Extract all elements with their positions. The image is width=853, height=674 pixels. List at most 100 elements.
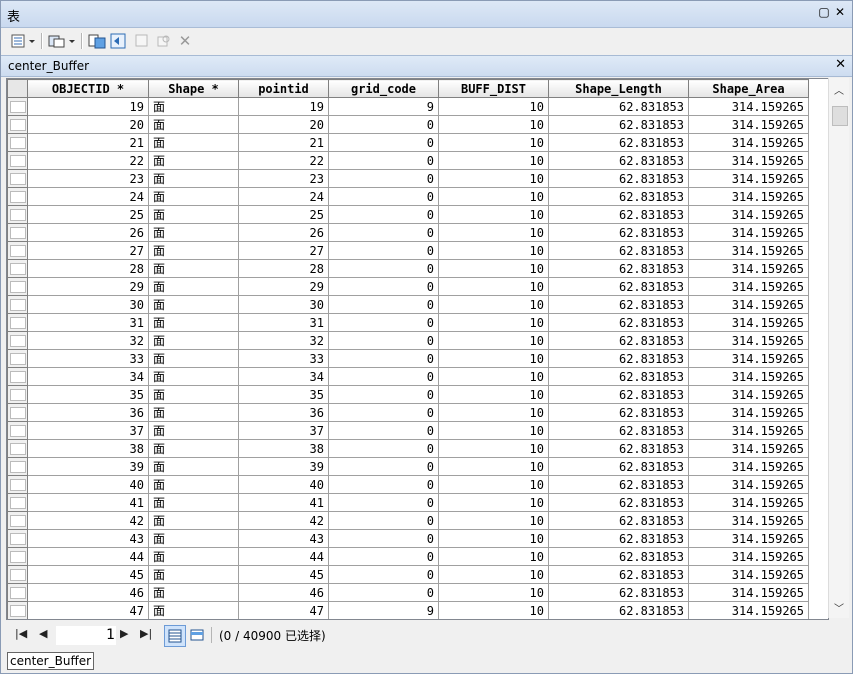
table-cell[interactable]: 42	[27, 511, 149, 530]
table-cell[interactable]: 20	[27, 115, 149, 134]
table-cell[interactable]: 314.159265	[688, 187, 809, 206]
table-cell[interactable]: 23	[27, 169, 149, 188]
table-cell[interactable]: 面	[148, 547, 239, 566]
table-cell[interactable]: 面	[148, 601, 239, 619]
table-cell[interactable]: 314.159265	[688, 367, 809, 386]
table-cell[interactable]: 29	[238, 277, 329, 296]
table-cell[interactable]: 314.159265	[688, 151, 809, 170]
table-row[interactable]: 44 面 44 0 10 62.831853 314.159265	[7, 547, 809, 566]
table-cell[interactable]: 28	[238, 259, 329, 278]
table-cell[interactable]: 62.831853	[548, 223, 689, 242]
table-cell[interactable]: 314.159265	[688, 385, 809, 404]
table-cell[interactable]: 314.159265	[688, 529, 809, 548]
table-cell[interactable]: 62.831853	[548, 493, 689, 512]
table-cell[interactable]: 10	[438, 547, 549, 566]
table-cell[interactable]: 314.159265	[688, 295, 809, 314]
table-cell[interactable]: 10	[438, 511, 549, 530]
table-cell[interactable]: 62.831853	[548, 241, 689, 260]
table-cell[interactable]: 314.159265	[688, 403, 809, 422]
table-cell[interactable]: 10	[438, 295, 549, 314]
row-selector[interactable]	[7, 331, 28, 350]
table-cell[interactable]: 面	[148, 151, 239, 170]
table-cell[interactable]: 314.159265	[688, 331, 809, 350]
row-selector[interactable]	[7, 97, 28, 116]
row-selector[interactable]	[7, 601, 28, 619]
table-cell[interactable]: 22	[238, 151, 329, 170]
table-cell[interactable]: 46	[238, 583, 329, 602]
header-corner[interactable]	[7, 79, 28, 98]
table-cell[interactable]: 面	[148, 313, 239, 332]
table-cell[interactable]: 32	[27, 331, 149, 350]
table-cell[interactable]: 27	[238, 241, 329, 260]
table-cell[interactable]: 314.159265	[688, 259, 809, 278]
row-selector[interactable]	[7, 259, 28, 278]
table-cell[interactable]: 10	[438, 367, 549, 386]
table-cell[interactable]: 42	[238, 511, 329, 530]
table-cell[interactable]: 36	[238, 403, 329, 422]
table-cell[interactable]: 10	[438, 133, 549, 152]
column-header[interactable]: Shape_Area	[688, 79, 809, 98]
table-cell[interactable]: 314.159265	[688, 115, 809, 134]
table-cell[interactable]: 314.159265	[688, 223, 809, 242]
table-cell[interactable]: 62.831853	[548, 331, 689, 350]
column-header[interactable]: BUFF_DIST	[438, 79, 549, 98]
row-selector[interactable]	[7, 529, 28, 548]
column-header[interactable]: OBJECTID *	[27, 79, 149, 98]
table-cell[interactable]: 0	[328, 439, 439, 458]
row-selector[interactable]	[7, 493, 28, 512]
table-cell[interactable]: 40	[27, 475, 149, 494]
vertical-scrollbar[interactable]: ︿ ﹀	[828, 78, 849, 618]
table-cell[interactable]: 10	[438, 403, 549, 422]
table-cell[interactable]: 47	[238, 601, 329, 619]
last-record-icon[interactable]: ▶|	[140, 627, 152, 640]
table-row[interactable]: 46 面 46 0 10 62.831853 314.159265	[7, 583, 809, 602]
table-cell[interactable]: 0	[328, 277, 439, 296]
table-cell[interactable]: 0	[328, 241, 439, 260]
table-cell[interactable]: 面	[148, 241, 239, 260]
table-cell[interactable]: 面	[148, 97, 239, 116]
table-row[interactable]: 22 面 22 0 10 62.831853 314.159265	[7, 151, 809, 170]
table-cell[interactable]: 0	[328, 133, 439, 152]
table-cell[interactable]: 10	[438, 169, 549, 188]
table-cell[interactable]: 10	[438, 565, 549, 584]
table-cell[interactable]: 62.831853	[548, 205, 689, 224]
table-cell[interactable]: 27	[27, 241, 149, 260]
table-cell[interactable]: 40	[238, 475, 329, 494]
table-cell[interactable]: 10	[438, 241, 549, 260]
table-cell[interactable]: 面	[148, 367, 239, 386]
table-row[interactable]: 39 面 39 0 10 62.831853 314.159265	[7, 457, 809, 476]
table-cell[interactable]: 10	[438, 529, 549, 548]
table-cell[interactable]: 314.159265	[688, 349, 809, 368]
row-selector[interactable]	[8, 620, 28, 621]
table-cell[interactable]: 0	[328, 313, 439, 332]
table-row[interactable]: 26 面 26 0 10 62.831853 314.159265	[7, 223, 809, 242]
delete-selected-icon[interactable]: ✕	[175, 31, 195, 51]
table-row[interactable]: 23 面 23 0 10 62.831853 314.159265	[7, 169, 809, 188]
table-cell[interactable]: 314.159265	[688, 133, 809, 152]
table-cell[interactable]: 0	[328, 259, 439, 278]
table-row[interactable]: 38 面 38 0 10 62.831853 314.159265	[7, 439, 809, 458]
table-cell[interactable]: 31	[238, 313, 329, 332]
table-cell[interactable]: 38	[27, 439, 149, 458]
table-cell[interactable]: 314.159265	[688, 169, 809, 188]
table-row[interactable]: 41 面 41 0 10 62.831853 314.159265	[7, 493, 809, 512]
table-cell[interactable]: 10	[438, 439, 549, 458]
row-selector[interactable]	[7, 133, 28, 152]
table-cell[interactable]: 10	[438, 349, 549, 368]
row-selector[interactable]	[7, 277, 28, 296]
table-cell[interactable]: 0	[328, 493, 439, 512]
bottom-table-tab[interactable]: center_Buffer	[7, 652, 95, 670]
previous-record-icon[interactable]: ◀	[39, 627, 47, 640]
table-cell[interactable]: 62.831853	[548, 313, 689, 332]
table-cell[interactable]: 21	[27, 133, 149, 152]
table-row[interactable]: 45 面 45 0 10 62.831853 314.159265	[7, 565, 809, 584]
table-cell[interactable]: 10	[438, 205, 549, 224]
table-cell[interactable]: 0	[328, 583, 439, 602]
table-cell[interactable]: 36	[27, 403, 149, 422]
table-cell[interactable]: 面	[148, 529, 239, 548]
table-cell[interactable]: 0	[328, 223, 439, 242]
table-cell[interactable]: 62.831853	[548, 529, 689, 548]
table-cell[interactable]: 314.159265	[688, 205, 809, 224]
column-header[interactable]: Shape_Length	[548, 79, 689, 98]
table-cell[interactable]: 26	[238, 223, 329, 242]
